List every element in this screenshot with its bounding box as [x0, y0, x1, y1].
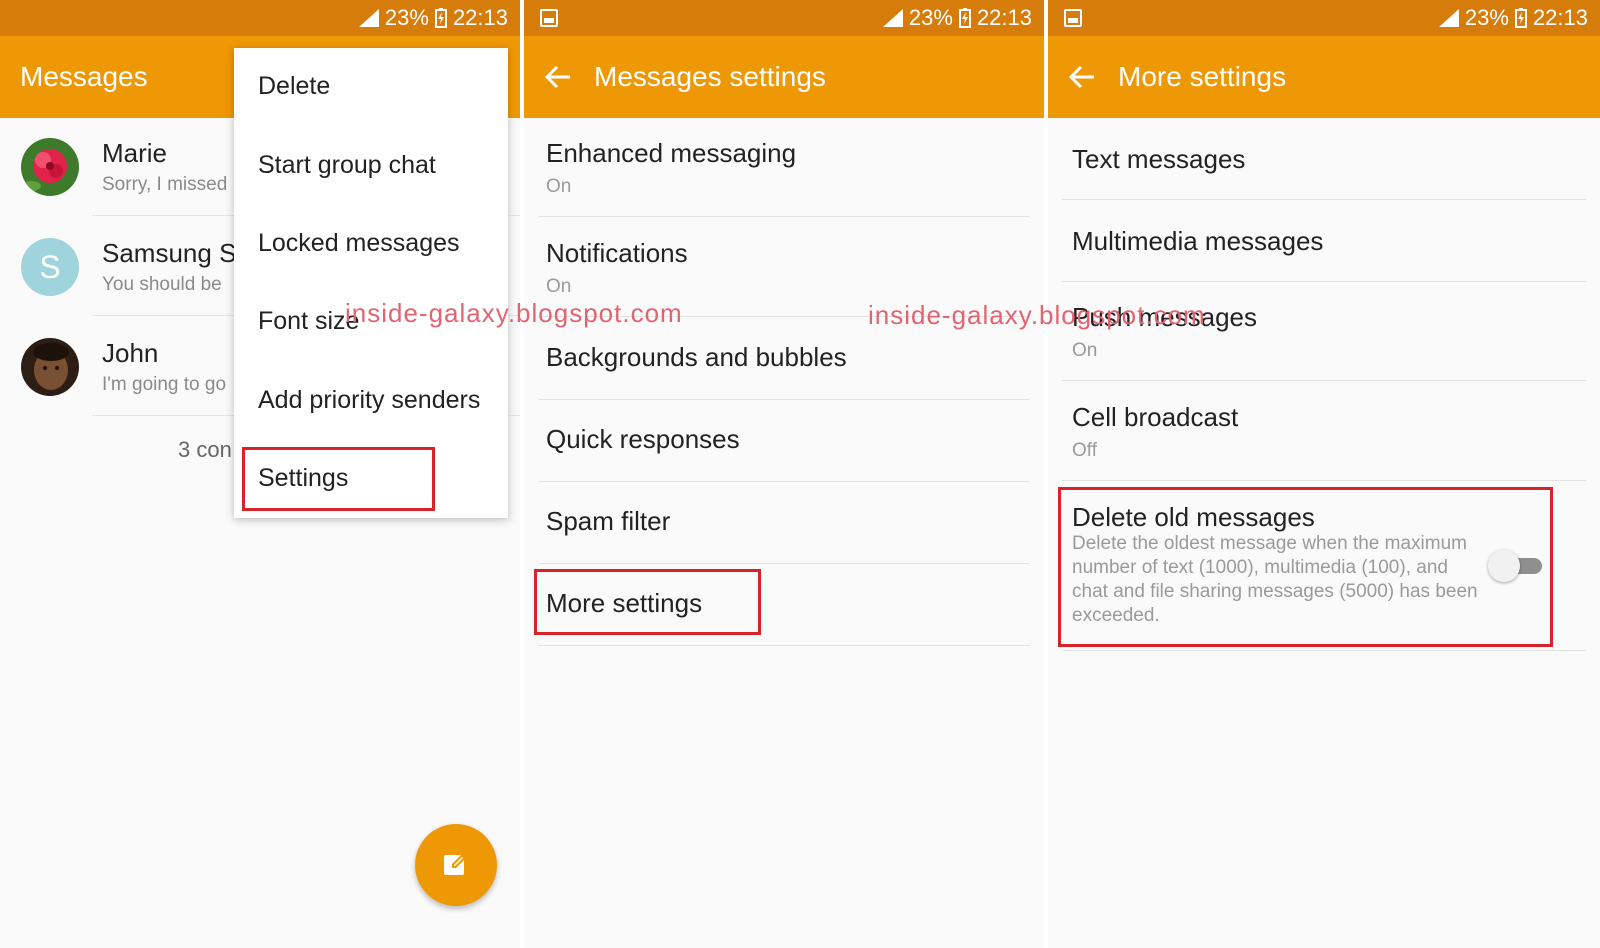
avatar: S [21, 238, 79, 296]
setting-multimedia-messages[interactable]: Multimedia messages [1048, 200, 1600, 282]
flower-photo-icon [21, 138, 79, 196]
back-arrow-icon[interactable] [1068, 63, 1096, 91]
conversation-count: 3 con [178, 437, 232, 462]
menu-item-locked-messages[interactable]: Locked messages [258, 229, 460, 258]
menu-item-delete[interactable]: Delete [258, 72, 330, 101]
signal-icon [882, 9, 903, 27]
messages-settings-screen: 23% 22:13 Messages settings Enhanced mes… [524, 0, 1044, 948]
status-bar: 23% 22:13 [524, 0, 1044, 36]
avatar [21, 338, 79, 396]
setting-status: Off [1072, 440, 1097, 461]
gallery-notification-icon [540, 9, 558, 27]
signal-icon [358, 9, 379, 27]
setting-status: On [1072, 340, 1098, 361]
setting-quick-responses[interactable]: Quick responses [524, 400, 1044, 482]
compose-button[interactable] [415, 824, 497, 906]
setting-title: Multimedia messages [1072, 226, 1324, 256]
battery-percent: 23% [384, 5, 429, 30]
gallery-notification-icon [1064, 9, 1082, 27]
clock: 22:13 [452, 5, 508, 30]
battery-percent: 23% [1464, 5, 1509, 30]
divider [538, 645, 1030, 646]
page-title: More settings [1118, 61, 1287, 92]
setting-text-messages[interactable]: Text messages [1048, 118, 1600, 200]
overflow-menu: Delete Start group chat Locked messages … [234, 48, 508, 518]
back-arrow-icon[interactable] [544, 63, 572, 91]
page-title: Messages [20, 61, 148, 92]
avatar [21, 138, 79, 196]
menu-item-start-group-chat[interactable]: Start group chat [258, 151, 436, 180]
setting-title: Notifications [546, 238, 688, 268]
highlight-box [1058, 487, 1553, 647]
setting-spam-filter[interactable]: Spam filter [524, 482, 1044, 564]
setting-title: Spam filter [546, 506, 671, 536]
highlight-box [534, 569, 761, 635]
setting-status: On [546, 276, 572, 297]
setting-push-messages[interactable]: Push messages On [1048, 282, 1600, 382]
divider [1062, 480, 1586, 481]
watermark-text: inside-galaxy.blogspot.com [345, 298, 683, 328]
divider [1062, 650, 1586, 651]
highlight-box [242, 447, 435, 511]
message-preview: Sorry, I missed [102, 174, 228, 195]
setting-title: Enhanced messaging [546, 138, 797, 168]
battery-charging-icon [434, 8, 447, 28]
setting-status: On [546, 176, 572, 197]
compose-icon [444, 854, 466, 875]
contact-name: Samsung S [102, 238, 237, 268]
clock: 22:13 [1532, 5, 1588, 30]
page-title: Messages settings [594, 61, 826, 92]
contact-name: John [102, 338, 159, 368]
divider [1062, 380, 1586, 381]
contact-name: Marie [102, 138, 168, 168]
watermark-text: inside-galaxy.blogspot.com [868, 300, 1206, 330]
divider [538, 216, 1030, 217]
more-settings-screen: 23% 22:13 More settings Text messages Mu… [1048, 0, 1600, 948]
battery-charging-icon [1514, 8, 1527, 28]
signal-icon [1438, 9, 1459, 27]
avatar-letter: S [21, 238, 79, 296]
messages-screen: 23% 22:13 Messages Marie Sorry, I missed… [0, 0, 520, 948]
message-preview: You should be [102, 274, 222, 295]
clock: 22:13 [976, 5, 1032, 30]
status-bar: 23% 22:13 [0, 0, 520, 36]
setting-title: Backgrounds and bubbles [546, 342, 847, 372]
status-bar: 23% 22:13 [1048, 0, 1600, 36]
setting-title: Quick responses [546, 424, 740, 454]
setting-cell-broadcast[interactable]: Cell broadcast Off [1048, 382, 1600, 482]
setting-title: Text messages [1072, 144, 1246, 174]
app-bar: More settings [1048, 36, 1600, 118]
message-preview: I'm going to go [102, 374, 227, 395]
battery-percent: 23% [908, 5, 953, 30]
setting-title: Cell broadcast [1072, 402, 1239, 432]
setting-enhanced-messaging[interactable]: Enhanced messaging On [524, 118, 1044, 218]
person-photo-icon [21, 338, 79, 396]
battery-charging-icon [958, 8, 971, 28]
app-bar: Messages settings [524, 36, 1044, 118]
menu-item-add-priority-senders[interactable]: Add priority senders [258, 386, 480, 415]
